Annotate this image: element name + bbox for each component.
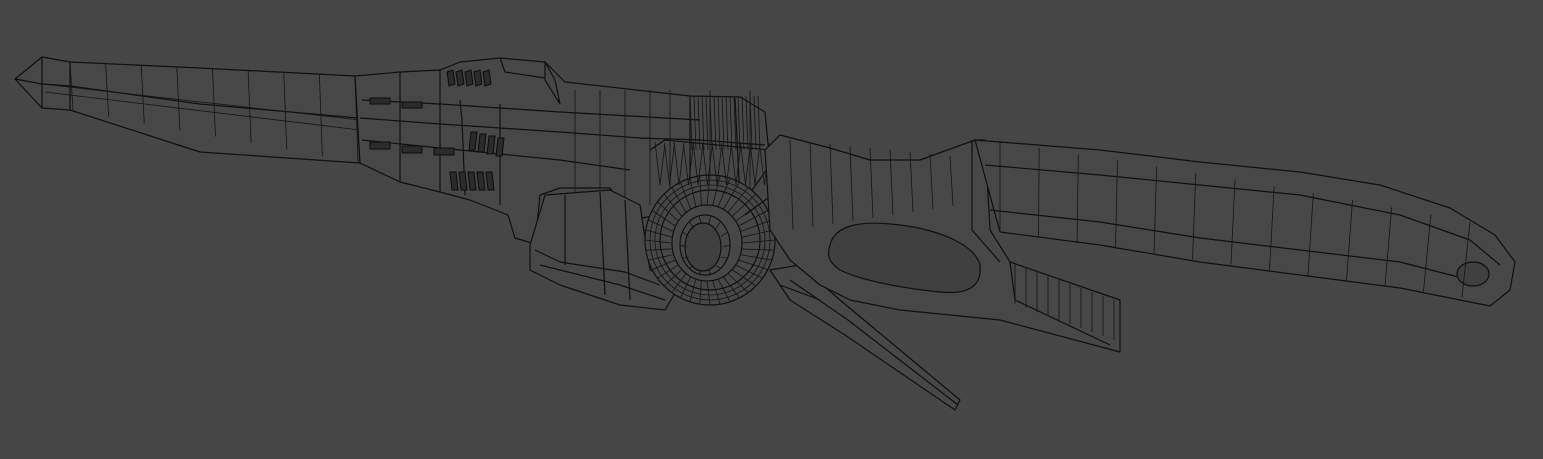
blade [14, 56, 361, 164]
wireframe-model [14, 56, 1516, 411]
3d-viewport[interactable] [0, 0, 1543, 459]
